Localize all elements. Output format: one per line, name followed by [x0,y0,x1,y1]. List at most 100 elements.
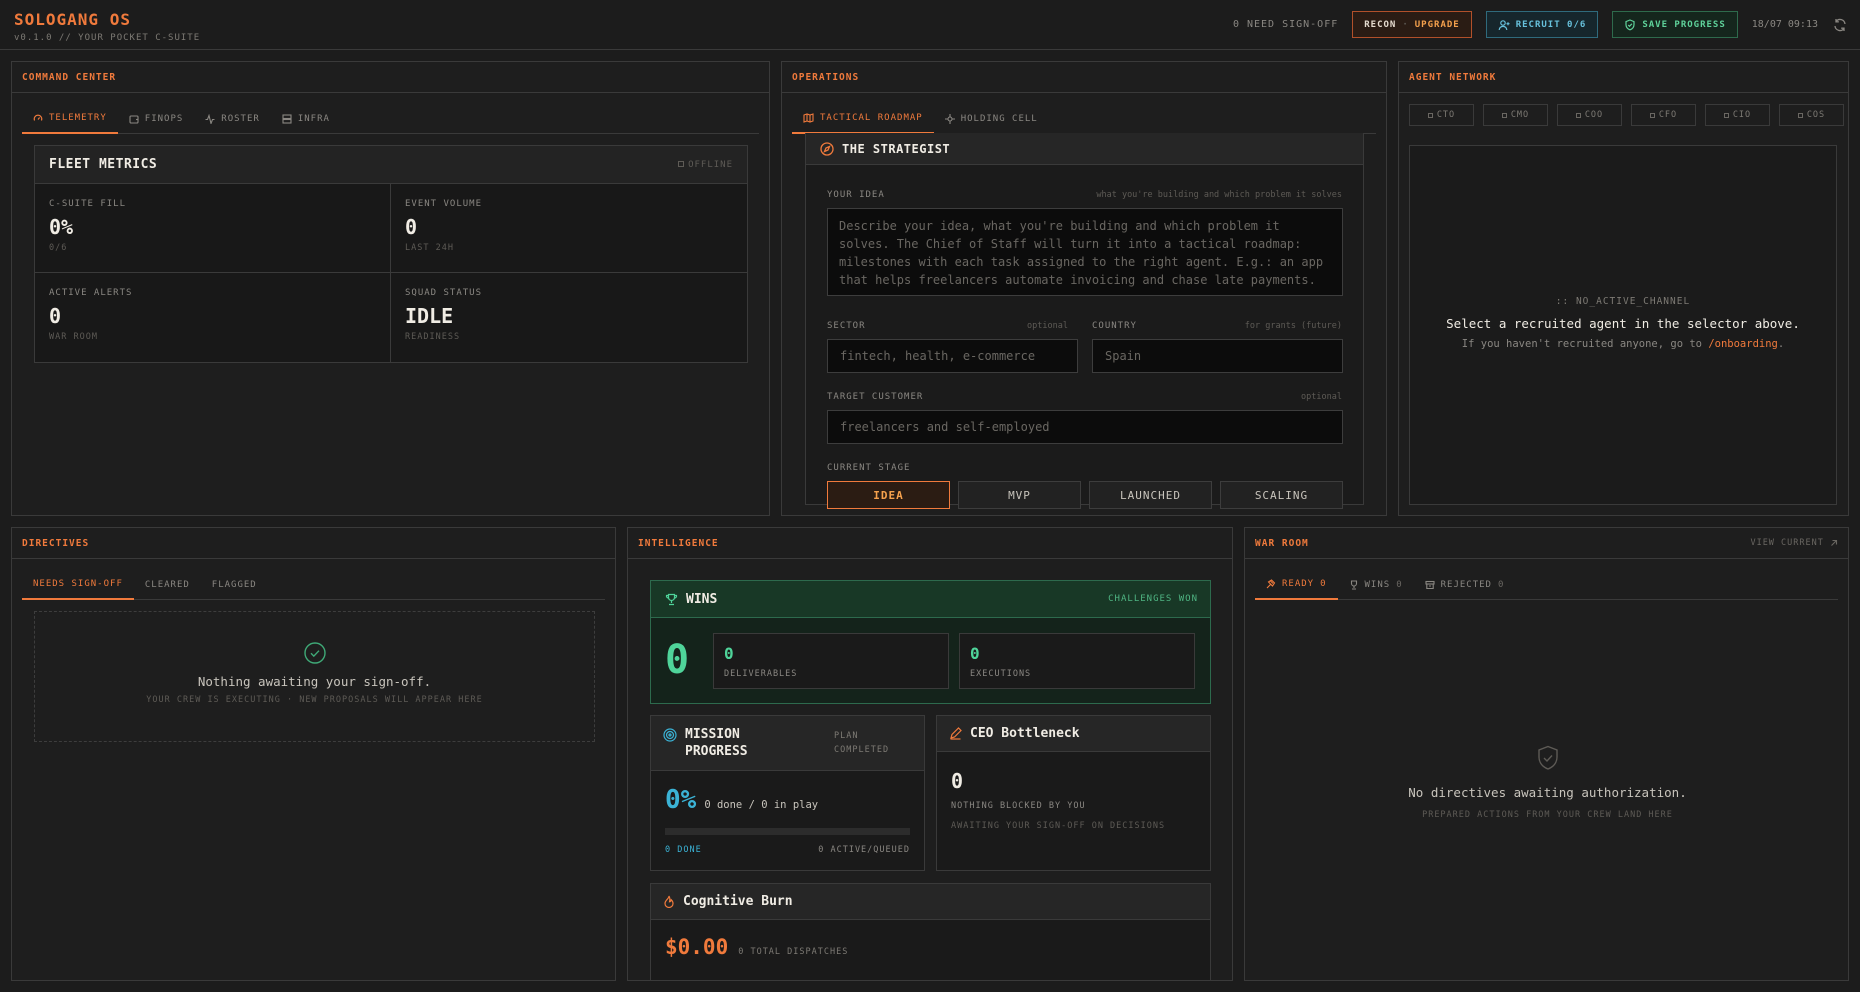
recruit-label: RECRUIT 0/6 [1515,19,1587,30]
executions-label: EXECUTIONS [970,669,1032,679]
tab-holding-cell[interactable]: HOLDING CELL [934,104,1049,134]
tab-count: 0 [1396,580,1403,590]
agent-cfo[interactable]: CFO [1631,104,1696,126]
channel-code: :: NO_ACTIVE_CHANNEL [1555,296,1691,307]
strategist-card: THE STRATEGIST YOUR IDEA what you're bui… [805,133,1364,509]
ceo-value: 0 [951,769,964,793]
fleet-metrics-card: FLEET METRICS OFFLINE C-SUITE FILL 0% 0/… [34,145,748,363]
tab-label: INFRA [297,114,330,124]
tab-finops[interactable]: FINOPS [118,104,195,134]
ceo-subtitle: AWAITING YOUR SIGN-OFF ON DECISIONS [951,821,1166,831]
save-progress-button[interactable]: SAVE PROGRESS [1612,11,1738,38]
arrow-up-right-icon [1830,539,1838,547]
panel-title: WAR ROOM [1255,538,1309,549]
tab-needs-signoff[interactable]: NEEDS SIGN-OFF [22,570,134,600]
tab-label: READY [1282,579,1315,589]
stage-idea-button[interactable]: IDEA [827,481,950,509]
recon-upgrade-button[interactable]: RECON · UPGRADE [1352,11,1472,38]
tab-wins[interactable]: WINS 0 [1338,570,1414,600]
brand-title: SOLOGANG OS [14,10,131,29]
directives-panel: DIRECTIVES NEEDS SIGN-OFF CLEARED FLAGGE… [11,527,616,981]
recon-separator: · [1402,19,1409,30]
onboarding-link[interactable]: /onboarding [1708,338,1778,350]
operations-tabs: TACTICAL ROADMAP HOLDING CELL [792,104,1376,134]
war-room-empty-state: No directives awaiting authorization. PR… [1245,745,1848,820]
metric-label: SQUAD STATUS [405,288,483,298]
metric-value: 0% [49,215,74,239]
tab-flagged[interactable]: FLAGGED [201,570,268,600]
tab-telemetry[interactable]: TELEMETRY [22,104,118,134]
trophy-icon [665,593,678,606]
panel-title: OPERATIONS [792,72,860,83]
country-label: COUNTRY [1092,321,1137,331]
tab-label: ROSTER [221,114,260,124]
channel-hint-text: If you haven't recruited anyone, go to [1461,338,1702,350]
agent-label: COO [1584,110,1604,120]
recon-label: RECON [1364,19,1397,30]
sector-input[interactable]: fintech, health, e-commerce [827,339,1078,373]
check-circle-icon [303,642,326,664]
stage-scaling-button[interactable]: SCALING [1220,481,1343,509]
mission-detail: 0 done / 0 in play [704,799,819,811]
war-room-tabs: READY 0 WINS 0 REJECTED 0 [1255,570,1838,600]
recruit-button[interactable]: RECRUIT 0/6 [1485,11,1599,38]
tab-tactical-roadmap[interactable]: TACTICAL ROADMAP [792,104,934,134]
metric-sub: READINESS [405,332,461,342]
agent-network-panel: AGENT NETWORK CTO CMO COO CFO CIO COS ::… [1398,61,1849,516]
activity-icon [205,114,215,124]
agent-label: COS [1806,110,1826,120]
trophy-icon [1349,580,1359,590]
tab-roster[interactable]: ROSTER [194,104,271,134]
agent-cmo[interactable]: CMO [1483,104,1548,126]
gauge-icon [33,113,43,123]
tab-label: HOLDING CELL [960,114,1038,124]
crosshair-icon [944,114,955,124]
agent-cio[interactable]: CIO [1705,104,1770,126]
burn-value: $0.00 [665,935,729,959]
agent-cto[interactable]: CTO [1409,104,1474,126]
idea-textarea[interactable]: Describe your idea, what you're building… [827,208,1343,296]
country-input[interactable]: Spain [1092,339,1343,373]
tab-rejected[interactable]: REJECTED 0 [1414,570,1516,600]
target-customer-input[interactable]: freelancers and self-employed [827,410,1343,444]
view-current-link[interactable]: VIEW CURRENT [1750,538,1838,558]
version-label: v0.1.0 // YOUR POCKET C-SUITE [14,33,201,43]
sector-hint: optional [1027,321,1068,331]
metric-value: 0 [49,304,62,328]
mission-done: 0 DONE [665,845,702,855]
metric-label: EVENT VOLUME [405,199,483,209]
tab-infra[interactable]: INFRA [271,104,341,134]
wallet-icon [129,114,139,124]
sector-label: SECTOR [827,321,866,331]
gavel-icon [1266,579,1276,589]
metric-sub: WAR ROOM [49,332,98,342]
tab-ready[interactable]: READY 0 [1255,570,1338,600]
agent-cos[interactable]: COS [1779,104,1844,126]
burn-title: Cognitive Burn [683,894,793,909]
country-hint: for grants (future) [1244,321,1342,331]
tab-label: TELEMETRY [49,113,107,123]
mission-tag-line1: PLAN [834,731,859,741]
tab-cleared[interactable]: CLEARED [134,570,201,600]
refresh-icon[interactable] [1832,17,1848,33]
panel-title: COMMAND CENTER [22,72,117,83]
metric-label: ACTIVE ALERTS [49,288,133,298]
panel-title: AGENT NETWORK [1409,72,1497,83]
archive-icon [1425,580,1435,590]
pending-signoff-count: 0 NEED SIGN-OFF [1232,19,1339,30]
customer-label: TARGET CUSTOMER [827,392,924,402]
stage-mvp-button[interactable]: MVP [958,481,1081,509]
shield-check-icon [1536,745,1560,771]
metric-value: IDLE [405,304,454,328]
deliverables-label: DELIVERABLES [724,669,798,679]
war-room-panel: WAR ROOM VIEW CURRENT READY 0 WINS 0 REJ… [1244,527,1849,981]
server-icon [282,114,292,124]
stage-launched-button[interactable]: LAUNCHED [1089,481,1212,509]
wins-total: 0 [665,637,690,683]
directives-empty-state: Nothing awaiting your sign-off. YOUR CRE… [34,611,595,742]
deliverables-value: 0 [724,644,734,663]
fleet-status-label: OFFLINE [688,159,733,170]
shield-check-icon [1624,18,1636,31]
channel-message: Select a recruited agent in the selector… [1446,316,1800,331]
agent-coo[interactable]: COO [1557,104,1622,126]
